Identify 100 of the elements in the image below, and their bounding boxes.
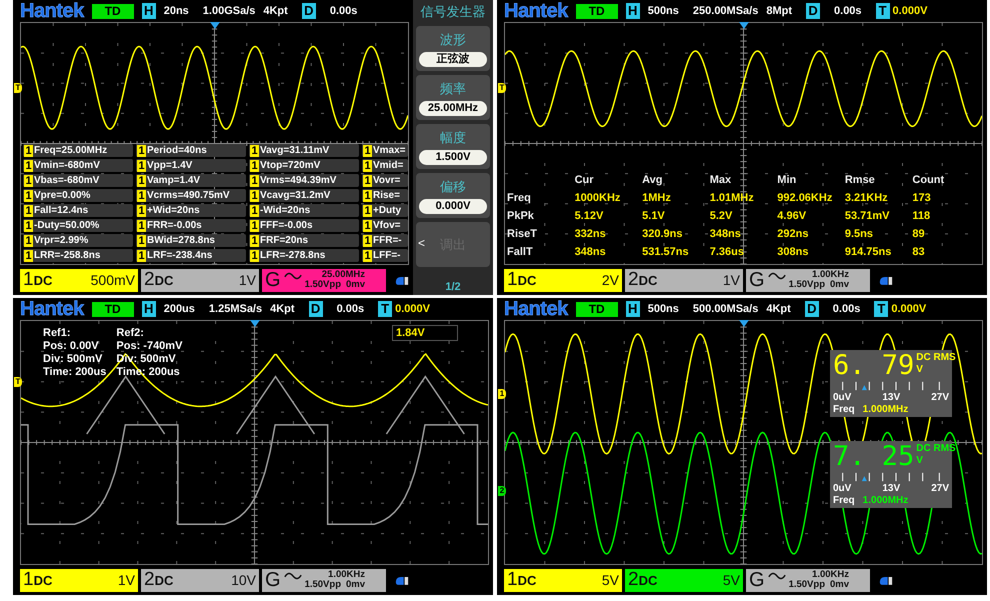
channel-badge: 1	[250, 204, 259, 216]
generator-amplitude: 1.50Vpp	[788, 280, 825, 290]
channel-badge: 1	[137, 160, 146, 172]
measurement-text: +Duty	[373, 205, 402, 216]
menu-button[interactable]: 频率 25.00MHz	[416, 75, 490, 120]
timebase-value: 500ns	[648, 303, 679, 315]
mode-badge: TD	[92, 4, 134, 18]
channel-label: 1DC	[23, 569, 52, 591]
channel-tag[interactable]: 2DC 1V	[141, 268, 259, 292]
channel-badge: 1	[363, 220, 372, 232]
meter-reading: 7. 25	[833, 443, 914, 472]
channel-tag[interactable]: 1DC 2V	[504, 268, 622, 292]
mode-badge: TD	[576, 4, 618, 18]
channel-label: 1DC	[507, 569, 536, 591]
sample-rate: 1.25MSa/s	[208, 303, 262, 315]
generator-offset: 0mv	[830, 580, 850, 590]
freq-label: Freq	[833, 404, 855, 416]
brand-logo: Hantek	[20, 1, 84, 21]
delay-value: 0.00s	[832, 303, 860, 315]
statistic-value: 89	[912, 228, 926, 240]
row-label: PkPk	[507, 210, 535, 222]
measurement-text: Vbas=-680mV	[34, 175, 100, 186]
channel-badge: 1	[250, 144, 259, 156]
trigger-level: 0.000V	[395, 303, 430, 315]
scale-label: 27V	[931, 483, 949, 494]
menu-label: 幅度	[440, 128, 466, 146]
channel-badge: 1	[250, 250, 259, 262]
level-marker[interactable]: T	[14, 83, 22, 94]
channel-badge: 1	[24, 160, 33, 172]
menu-button[interactable]: 波形 正弦波	[416, 26, 490, 71]
channel-label: 2DC	[628, 569, 658, 591]
measurement-text: Vtop=720mV	[260, 160, 320, 171]
row-label: FallT	[507, 246, 534, 258]
menu-button[interactable]: 偏移 0.000V	[416, 173, 490, 218]
channel-scale: 1V	[238, 272, 256, 288]
channel-scale: 1V	[118, 572, 135, 588]
arrow-glyph: <	[418, 236, 426, 250]
measurement-text: -Wid=20ns	[260, 205, 310, 216]
level-marker[interactable]: 2	[498, 486, 506, 496]
menu-button[interactable]: 幅度 1.500V	[416, 124, 490, 169]
channel-tag[interactable]: 1DC 500mV	[20, 268, 138, 292]
statistic-value: 531.57ns	[642, 246, 690, 258]
measurement-text: LRR=-258.8ns	[34, 250, 100, 261]
scale-label: 13V	[882, 392, 900, 404]
brand-logo: Hantek	[20, 299, 84, 319]
ref-line: Time: 200us	[43, 366, 106, 379]
generator-tag[interactable]: G 1.00KHz 1.50Vpp 0mv	[746, 568, 870, 592]
channel-tag[interactable]: 1DC 5V	[504, 568, 622, 592]
channel-tag[interactable]: 2DC 5V	[625, 568, 743, 592]
level-marker[interactable]: T	[498, 83, 506, 94]
statistic-value: 5.2V	[710, 210, 734, 222]
channel-scale: 5V	[722, 572, 740, 588]
menu-value-field[interactable]: 0.000V	[419, 198, 487, 214]
delay-badge: D	[302, 3, 316, 19]
menu-value-field[interactable]: 25.00MHz	[419, 100, 487, 116]
generator-tag[interactable]: G 1.00KHz 1.50Vpp 0mv	[746, 268, 870, 292]
delay-badge: D	[308, 301, 323, 317]
delay-value: 0.00s	[834, 5, 862, 17]
channel-badge: 1	[363, 190, 372, 202]
measurement-text: Rise=	[373, 190, 400, 201]
menu-value-field[interactable]: 正弦波	[419, 52, 487, 66]
channel-badge: 1	[24, 220, 33, 232]
column-header: Cur	[574, 174, 595, 186]
generator-offset: 0mv	[830, 280, 850, 290]
generator-label: G	[265, 268, 281, 292]
statistic-value: 332ns	[574, 228, 607, 240]
memory-depth: 4Kpt	[766, 303, 791, 315]
meter-mode: DC RMS	[916, 443, 956, 456]
generator-tag[interactable]: G 25.00MHz 1.50Vpp 0mv	[262, 268, 386, 292]
menu-title: 信号发生器	[420, 3, 486, 21]
generator-label: G	[749, 568, 765, 592]
timebase-badge: H	[626, 3, 640, 19]
generator-frequency: 1.00KHz	[328, 570, 366, 580]
page-indicator: 1/2	[444, 281, 462, 293]
measurement-text: Vpp=1.4V	[147, 160, 192, 171]
channel-tag[interactable]: 2DC 1V	[625, 268, 743, 292]
generator-tag[interactable]: G 1.00KHz 1.50Vpp 0mv	[262, 568, 386, 592]
measurement-text: Vpre=0.00%	[34, 190, 90, 201]
level-marker[interactable]: T	[14, 376, 22, 387]
timebase-value: 500ns	[648, 5, 679, 17]
ref-line: Pos: -740mV	[116, 340, 182, 353]
level-marker[interactable]: 1	[498, 388, 506, 399]
channel-label: 2DC	[144, 569, 174, 591]
statistic-value: 5.1V	[642, 210, 666, 222]
channel-tag[interactable]: 1DC 1V	[20, 568, 138, 592]
statistic-value: 7.36us	[710, 246, 745, 258]
measurement-text: FFF=-0.00s	[260, 220, 313, 231]
delay-badge: D	[804, 301, 819, 317]
menu-value-field[interactable]: 1.500V	[419, 150, 487, 164]
measurement-text: BWid=278.8ns	[147, 235, 215, 246]
timebase-badge: H	[142, 3, 156, 19]
trigger-badge: T	[378, 301, 392, 317]
delay-value: 0.00s	[336, 303, 364, 315]
measurement-text: LFR=-278.8ns	[260, 250, 326, 261]
measurement-text: Vcavg=31.2mV	[260, 190, 330, 201]
measurement-text: +Wid=20ns	[147, 205, 200, 216]
channel-scale: 500mV	[90, 272, 135, 288]
usb-icon	[395, 574, 409, 586]
channel-badge: 1	[250, 160, 259, 172]
channel-tag[interactable]: 2DC 10V	[141, 568, 259, 592]
